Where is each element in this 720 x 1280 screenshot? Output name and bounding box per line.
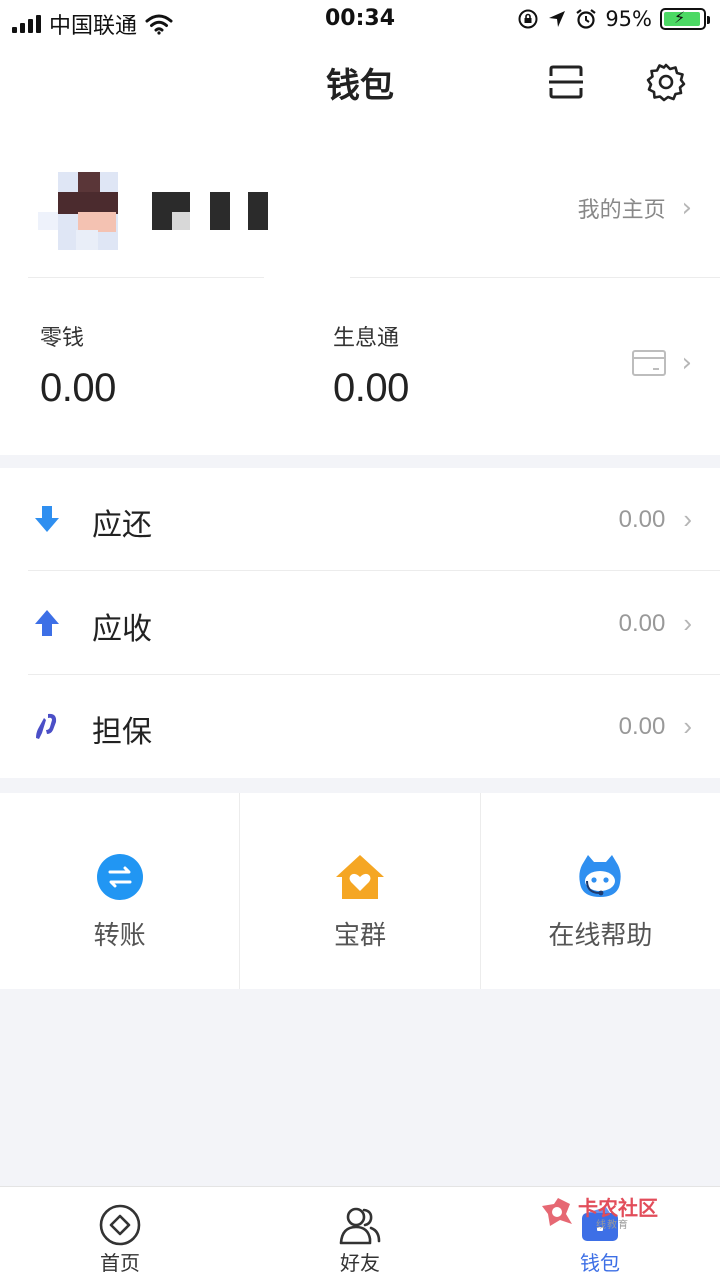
interest-label: 生息通 [333,326,400,351]
grid-item-online-help[interactable]: 在线帮助 [481,793,720,989]
arrow-down-icon [35,506,59,532]
grid-item-label: 转账 [93,921,146,951]
transfer-icon [96,854,143,900]
list-item-value-wrap: 0.00 › [619,608,692,639]
divider [350,277,720,278]
list-item-value: 0.00 [618,505,666,533]
watermark-subtext: 线教育 [596,1220,629,1231]
grid-item-treasure-group[interactable]: 宝群 [240,793,481,989]
interest-value: 0.00 [333,366,409,410]
tab-label: 好友 [340,1251,380,1275]
alarm-icon [576,9,596,29]
grid-item-transfer[interactable]: 转账 [0,793,241,989]
chevron-right-icon: › [683,504,692,534]
charging-bolt-icon: ⚡ [674,8,686,27]
list-item-value: 0.00 [618,712,666,740]
change-label: 零钱 [40,326,85,351]
house-heart-icon [335,855,384,899]
grid-item-label: 宝群 [333,921,386,951]
list-item-guarantee[interactable]: 担保 0.00 › [0,675,720,778]
list-item-label: 应还 [92,508,152,543]
friends-icon [339,1207,381,1245]
chevron-right-icon: › [681,193,692,223]
watermark-logo-icon [542,1198,572,1226]
list-item-value: 0.00 [618,609,666,637]
change-balance[interactable]: 零钱 0.00 [40,320,116,411]
status-bar: 中国联通 00:34 95% ⚡ [0,0,720,40]
list-item-repay[interactable]: 应还 0.00 › [0,468,720,571]
scan-icon[interactable] [548,64,584,100]
divider [28,277,264,278]
divider [28,570,720,571]
my-homepage-link[interactable]: 我的主页 › [578,192,692,224]
guarantee-icon [36,713,57,739]
list-item-value-wrap: 0.00 › [619,711,692,742]
battery-percent: 95% [605,7,652,31]
status-right: 95% ⚡ [517,7,710,31]
ledger-list: 应还 0.00 › 应收 0.00 › 担保 0.00 › [0,468,720,778]
location-icon [549,11,566,27]
watermark: 卡农社区 线教育 [540,1190,670,1234]
tab-label: 钱包 [580,1251,620,1275]
change-value: 0.00 [40,366,116,410]
grid-item-label: 在线帮助 [548,921,653,951]
list-item-label: 应收 [92,612,152,647]
my-homepage-label: 我的主页 [577,198,666,223]
bank-card-link[interactable]: › [631,348,692,378]
chevron-right-icon: › [683,711,692,741]
gear-icon[interactable] [646,62,686,102]
profile-card: 我的主页 › 零钱 0.00 生息通 0.00 › [0,120,720,455]
interest-balance[interactable]: 生息通 0.00 [333,320,409,411]
avatar[interactable] [38,172,138,250]
page-title: 钱包 [326,66,394,106]
rotation-lock-icon [518,9,538,29]
chevron-right-icon: › [683,608,692,638]
battery-icon: ⚡ [660,8,710,30]
tab-friends[interactable]: 好友 [240,1187,480,1280]
tab-home[interactable]: 首页 [0,1187,240,1280]
username-pixelated [152,192,272,232]
bank-card-icon [631,350,666,376]
chevron-right-icon: › [681,348,692,378]
home-diamond-icon [99,1204,141,1246]
list-item-label: 担保 [92,715,152,750]
list-item-receive[interactable]: 应收 0.00 › [0,572,720,675]
nav-bar: 钱包 [0,40,720,120]
feature-grid: 转账 宝群 在线帮助 [0,793,720,989]
support-robot-icon [579,855,621,897]
arrow-up-icon [35,610,59,636]
tab-label: 首页 [100,1251,140,1275]
list-item-value-wrap: 0.00 › [619,504,692,535]
